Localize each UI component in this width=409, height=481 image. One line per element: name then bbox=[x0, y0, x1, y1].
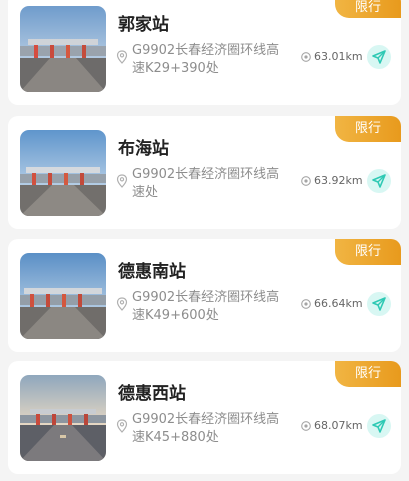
location-pin-icon bbox=[116, 174, 128, 188]
navigate-button[interactable] bbox=[367, 169, 391, 193]
station-photo bbox=[20, 375, 106, 461]
station-photo bbox=[20, 6, 106, 92]
station-distance: 63.92km bbox=[314, 174, 363, 187]
distance-pin-icon bbox=[301, 421, 311, 431]
location-pin-icon bbox=[116, 419, 128, 433]
location-pin-icon bbox=[116, 297, 128, 311]
toll-station-image bbox=[20, 6, 106, 92]
station-card[interactable]: 限行 布海站 G9902长春经济圈环线高速处 63.92km bbox=[8, 116, 401, 229]
location-pin-icon bbox=[116, 50, 128, 64]
navigate-button[interactable] bbox=[367, 292, 391, 316]
station-name: 德惠南站 bbox=[118, 262, 186, 282]
restriction-badge: 限行 bbox=[335, 361, 401, 387]
navigate-button[interactable] bbox=[367, 414, 391, 438]
station-address: G9902长春经济圈环线高速K29+390处 bbox=[132, 43, 280, 76]
distance-pin-icon bbox=[301, 299, 311, 309]
station-distance: 68.07km bbox=[314, 419, 363, 432]
toll-station-image bbox=[20, 375, 106, 461]
station-distance: 66.64km bbox=[314, 297, 363, 310]
station-name: 德惠西站 bbox=[118, 384, 186, 404]
station-address: G9902长春经济圈环线高速K49+600处 bbox=[132, 290, 280, 323]
restriction-badge: 限行 bbox=[335, 0, 401, 18]
station-address: G9902长春经济圈环线高速K45+880处 bbox=[132, 412, 280, 445]
toll-station-image bbox=[20, 130, 106, 216]
distance-pin-icon bbox=[301, 176, 311, 186]
station-name: 郭家站 bbox=[118, 15, 169, 35]
navigate-arrow-icon bbox=[372, 297, 386, 311]
restriction-badge: 限行 bbox=[335, 116, 401, 142]
navigate-arrow-icon bbox=[372, 50, 386, 64]
navigate-arrow-icon bbox=[372, 419, 386, 433]
station-name: 布海站 bbox=[118, 139, 169, 159]
station-address: G9902长春经济圈环线高速处 bbox=[132, 167, 280, 200]
station-card[interactable]: 限行 德惠西站 G9902长春经济圈环线高速K45+880处 68.07km bbox=[8, 361, 401, 474]
restriction-badge: 限行 bbox=[335, 239, 401, 265]
toll-station-image bbox=[20, 253, 106, 339]
navigate-button[interactable] bbox=[367, 45, 391, 69]
station-card[interactable]: 限行 德惠南站 G9902长春经济圈环线高速K49+600处 66.64km bbox=[8, 239, 401, 352]
station-distance: 63.01km bbox=[314, 50, 363, 63]
station-card[interactable]: 限行 郭家站 G9902长春经济圈环线高速K29+390处 63.01km bbox=[8, 0, 401, 105]
navigate-arrow-icon bbox=[372, 174, 386, 188]
distance-pin-icon bbox=[301, 52, 311, 62]
station-photo bbox=[20, 130, 106, 216]
toll-station-list: 限行 郭家站 G9902长春经济圈环线高速K29+390处 63.01km 限行… bbox=[0, 0, 409, 481]
station-photo bbox=[20, 253, 106, 339]
